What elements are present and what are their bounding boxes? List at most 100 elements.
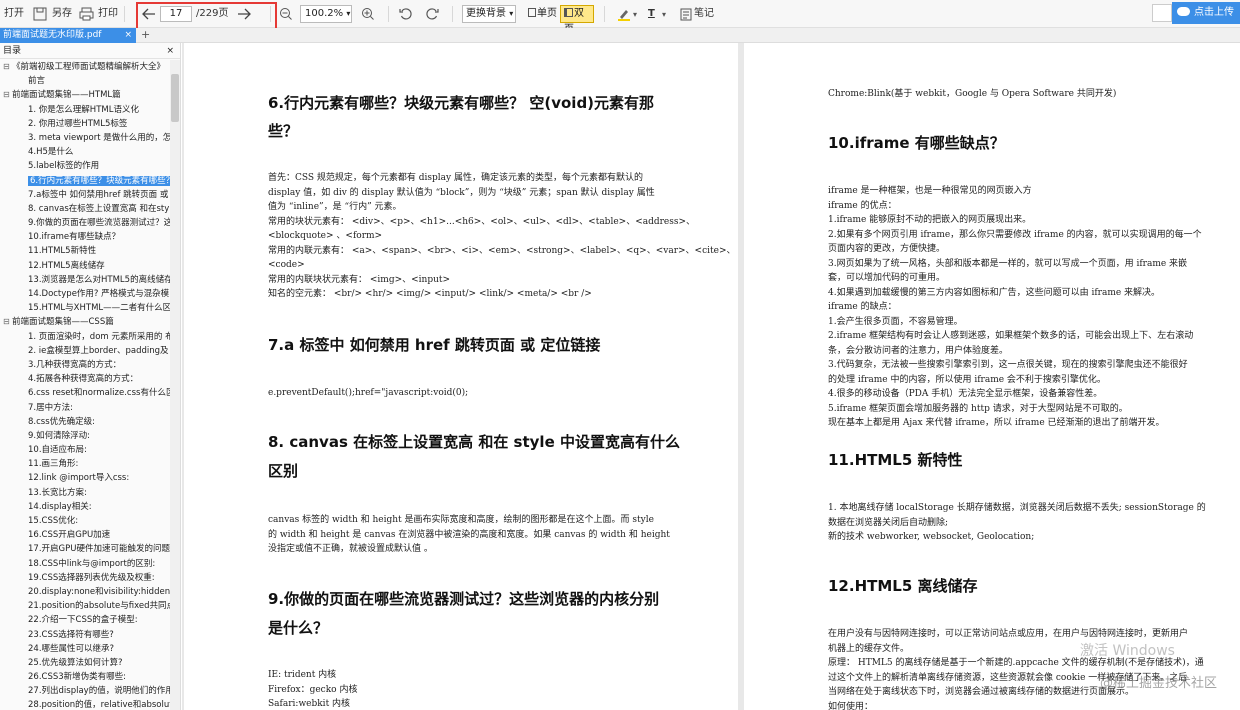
highlighter-icon[interactable] [614,4,634,24]
text-line: 3.代码复杂，无法被一些搜索引擎索引到，这一点很关键，现在的搜索引擎爬虫还不能很… [828,360,1188,370]
text-line: 常用的内联元素有： <a>、<span>、<br>、<i>、<em>、<stro… [268,245,736,256]
outline-item[interactable]: 3.几种获得宽高的方式： [0,358,170,372]
text-line: 的 width 和 height 是 canvas 在浏览器中被渲染的高度和宽度… [268,529,670,540]
collapse-toggle-icon[interactable]: ⊟ [3,88,10,102]
outline-item[interactable]: 20.display:none和visibility:hidden的 [0,585,170,599]
save-as-button[interactable]: 另存 [52,5,72,23]
outline-item[interactable]: 17.开启GPU硬件加速可能触发的问题 [0,542,170,556]
outline-item[interactable]: ⊟ 《前端初级工程师面试题精编解析大全》 [0,60,170,74]
outline-item[interactable]: 1. 你是怎么理解HTML语义化 [0,103,170,117]
outline-item[interactable]: 14.Doctype作用? 严格模式与混杂模 [0,287,170,301]
outline-item[interactable]: 3. meta viewport 是做什么用的，怎么 [0,131,170,145]
text-line: iframe 的缺点： [828,302,897,312]
outline-item[interactable]: 13.浏览器是怎么对HTML5的离线储存 [0,273,170,287]
outline-item[interactable]: 28.position的值，relative和absolute [0,698,170,710]
outline-item[interactable]: 5.label标签的作用 [0,159,170,173]
outline-item[interactable]: 8. canvas在标签上设置宽高 和在style [0,202,170,216]
chevron-down-icon[interactable]: ▾ [662,10,666,19]
outline-item[interactable]: 12.link @import导入css: [0,471,170,485]
outline-item[interactable]: 27.列出display的值，说明他们的作用 [0,684,170,698]
outline-item[interactable]: 1. 页面渲染时，dom 元素所采用的 布 [0,330,170,344]
tab-document[interactable]: 前端面试题无水印版.pdf × [0,28,136,43]
zoom-select[interactable]: 100.2% ▾ [300,5,352,23]
outline-item[interactable]: ⊟ 前端面试题集锦——CSS篇 [0,315,170,329]
outline-item[interactable]: ⊟ 前端面试题集锦——HTML篇 [0,88,170,102]
text-line: <blockquote> 、<form> [268,231,383,241]
rotate-right-icon[interactable] [422,4,442,24]
outline-item-label: 9.如何清除浮动: [28,430,90,441]
notes-button[interactable]: 笔记 [694,5,714,23]
outline-item[interactable]: 4.H5是什么 [0,145,170,159]
print-icon[interactable] [76,4,96,24]
text-line: Firefox：gecko 内核 [268,684,358,695]
collapse-toggle-icon[interactable]: ⊟ [3,315,10,329]
outline-item[interactable]: 2. ie盒模型算上border、padding及 [0,344,170,358]
outline-item[interactable]: 2. 你用过哪些HTML5标签 [0,117,170,131]
outline-item-label: 23.CSS选择符有哪些? [28,629,114,640]
outline-item[interactable]: 22.介绍一下CSS的盒子模型: [0,613,170,627]
outline-item[interactable]: 15.CSS优化: [0,514,170,528]
outline-item-label: 7.居中方法: [28,402,73,413]
outline-item-label: 17.开启GPU硬件加速可能触发的问题 [28,544,170,555]
outline-item[interactable]: 9.如何清除浮动: [0,429,170,443]
outline-item[interactable]: 19.CSS选择器列表优先级及权重: [0,571,170,585]
outline-item[interactable]: 12.HTML5离线储存 [0,259,170,273]
zoom-out-icon[interactable] [276,4,296,24]
outline-item[interactable]: 25.优先级算法如何计算? [0,656,170,670]
font-color-icon[interactable]: T [648,5,655,23]
text-line: 首先：CSS 规范规定，每个元素都有 display 属性，确定该元素的类型，每… [268,173,643,183]
outline-item-label: 11.HTML5新特性 [28,246,97,257]
outline-item[interactable]: 11.HTML5新特性 [0,244,170,258]
outline-item[interactable]: 8.css优先确定级: [0,415,170,429]
print-button[interactable]: 打印 [98,5,118,23]
outline-item[interactable]: 10.自适应布局: [0,443,170,457]
rotate-left-icon[interactable] [396,4,416,24]
add-tab-icon[interactable]: + [141,28,150,42]
outline-item[interactable]: 6.行内元素有哪些？块级元素有哪些？ [0,174,170,188]
outline-item[interactable]: 前言 [0,74,170,88]
sidebar-scrollbar[interactable] [170,60,180,710]
upload-button[interactable]: 点击上传 [1172,2,1240,24]
outline-item[interactable]: 7.a标签中 如何禁用href 跳转页面 或 [0,188,170,202]
outline-item[interactable]: 16.CSS开启GPU加速 [0,528,170,542]
outline-item[interactable]: 24.哪些属性可以继承? [0,642,170,656]
text-line: 现在基本上都是用 Ajax 来代替 iframe，所以 iframe 已经渐渐的… [828,418,1165,428]
page-right: Chrome:Blink(基于 webkit，Google 与 Opera So… [744,43,1240,710]
outline-item[interactable]: 6.css reset和normalize.css有什么区 [0,386,170,400]
outline-item[interactable]: 7.居中方法: [0,401,170,415]
outline-item[interactable]: 9.你做的页面在哪些流览器测试过？这 [0,216,170,230]
outline-item-label: 3.几种获得宽高的方式： [28,359,122,370]
outline-item[interactable]: 23.CSS选择符有哪些? [0,628,170,642]
background-select[interactable]: 更换背景 ▾ [462,5,516,23]
outline-item[interactable]: 14.display相关: [0,500,170,514]
text-line: 数据在浏览器关闭后自动删除; [828,517,949,528]
text-line: 页面内容的更改，方便快捷。 [828,244,946,254]
close-icon[interactable]: × [124,28,132,42]
save-as-icon[interactable] [30,4,50,24]
outline-item[interactable]: 4.拓展各种获得宽高的方式： [0,372,170,386]
outline-item-label: 20.display:none和visibility:hidden的 [28,586,170,597]
outline-item[interactable]: 15.HTML与XHTML——二者有什么区 [0,301,170,315]
outline-item[interactable]: 26.CSS3新增伪类有哪些: [0,670,170,684]
double-page-button[interactable]: 双页 [560,5,594,35]
outline-item[interactable]: 18.CSS中link与@import的区别: [0,557,170,571]
chevron-down-icon[interactable]: ▾ [633,10,637,19]
outline-item-label: 2. ie盒模型算上border、padding及 [28,345,169,356]
outline-item[interactable]: 10.iframe有哪些缺点？ [0,230,170,244]
zoom-in-icon[interactable] [358,4,378,24]
text-line: display 值，如 div 的 display 默认值为 “block”，则… [268,187,655,198]
search-input[interactable] [1152,4,1172,22]
outline-item[interactable]: 13.长宽比方案: [0,486,170,500]
collapse-toggle-icon[interactable]: ⊟ [3,60,10,74]
paragraph-7: e.preventDefault();href="javascript:void… [268,388,469,398]
single-page-button[interactable]: 单页 [525,5,559,23]
close-icon[interactable]: × [166,43,174,59]
outline-item[interactable]: 21.position的absolute与fixed共同点 [0,599,170,613]
notes-icon[interactable] [676,4,696,24]
outline-item[interactable]: 11.画三角形: [0,457,170,471]
open-button[interactable]: 打开 [4,5,24,23]
outline-item-label: 前端面试题集锦——HTML篇 [12,90,121,101]
text-line: 3.网页如果为了统一风格，头部和版本都是一样的，就可以写成一个页面，用 ifra… [828,258,1188,269]
text-line: 2.iframe 框架结构有时会让人感到迷惑，如果框架个数多的话，可能会出现上下… [828,331,1194,341]
scrollbar-thumb[interactable] [171,74,179,122]
